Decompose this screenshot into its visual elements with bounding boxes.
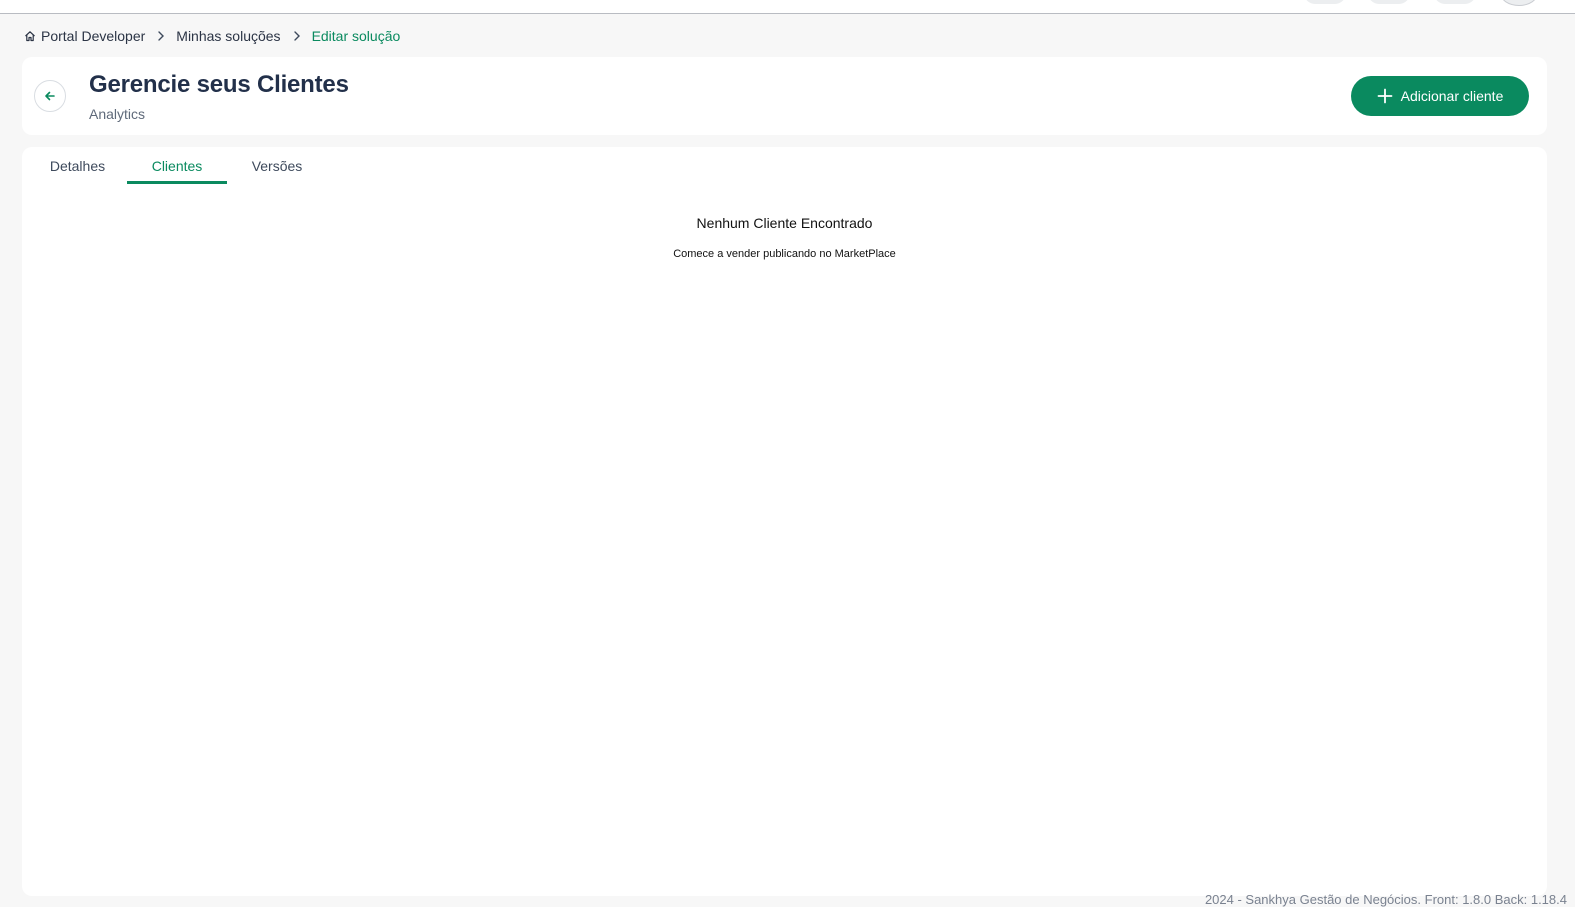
breadcrumb-editar-solucao: Editar solução	[312, 28, 401, 44]
topbar-button[interactable]	[1368, 0, 1410, 4]
top-app-bar	[0, 0, 1575, 14]
add-client-label: Adicionar cliente	[1400, 88, 1504, 104]
chevron-right-icon	[293, 31, 300, 41]
tab-clientes[interactable]: Clientes	[127, 147, 227, 184]
breadcrumb-label: Minhas soluções	[176, 28, 281, 44]
breadcrumb-label: Editar solução	[311, 28, 401, 44]
tab-versoes[interactable]: Versões	[227, 147, 327, 184]
breadcrumb: Portal Developer Minhas soluções Editar …	[24, 27, 400, 45]
content-panel: Detalhes Clientes Versões Nenhum Cliente…	[22, 147, 1547, 896]
avatar[interactable]	[1500, 0, 1538, 6]
tab-detalhes[interactable]: Detalhes	[28, 147, 127, 184]
page-title: Gerencie seus Clientes	[89, 71, 349, 98]
topbar-button[interactable]	[1434, 0, 1476, 4]
breadcrumb-label: Portal Developer	[41, 28, 146, 44]
breadcrumb-minhas-solucoes[interactable]: Minhas soluções	[176, 28, 280, 44]
plus-icon	[1377, 88, 1393, 104]
home-icon	[25, 31, 35, 42]
add-client-button[interactable]: Adicionar cliente	[1351, 76, 1529, 116]
arrow-left-icon	[45, 91, 55, 101]
back-button[interactable]	[34, 80, 66, 112]
page-subtitle: Analytics	[89, 106, 146, 122]
footer-version-text: 2024 - Sankhya Gestão de Negócios. Front…	[1204, 892, 1567, 907]
empty-state-title: Nenhum Cliente Encontrado	[696, 215, 873, 231]
page-header: Gerencie seus Clientes Analytics Adicion…	[22, 57, 1547, 135]
empty-state-subtitle: Comece a vender publicando no MarketPlac…	[673, 248, 896, 260]
topbar-button[interactable]	[1304, 0, 1346, 4]
breadcrumb-portal-developer[interactable]: Portal Developer	[24, 28, 145, 44]
tab-bar: Detalhes Clientes Versões	[28, 147, 327, 184]
chevron-right-icon	[158, 31, 165, 41]
